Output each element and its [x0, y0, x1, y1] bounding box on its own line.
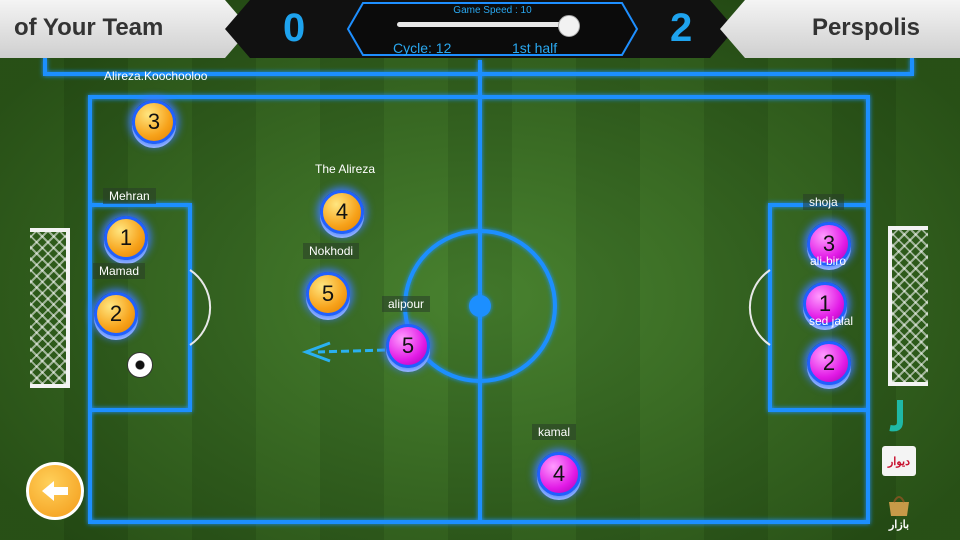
player-name-label: Nokhodi	[303, 243, 360, 259]
player-name-label: shoja	[803, 194, 844, 210]
left-arc	[189, 269, 212, 346]
right-arc	[748, 269, 771, 346]
bazaar-bag-shape	[889, 495, 909, 516]
right-goal	[888, 226, 928, 386]
player-name-label: Mehran	[103, 188, 156, 204]
yellow-player-token[interactable]: 5	[306, 272, 350, 316]
back-arrow-icon	[42, 481, 68, 501]
jadoo-icon[interactable]	[882, 400, 916, 432]
pass-arrow	[301, 341, 386, 363]
left-goal	[30, 228, 70, 388]
game-speed-label: Game Speed : 10	[453, 5, 532, 16]
game-speed-slider-thumb[interactable]	[558, 15, 580, 37]
bazaar-label: بازار	[888, 518, 910, 531]
yellow-player-token[interactable]: 2	[94, 292, 138, 336]
right-team-name: Perspolis	[811, 14, 920, 41]
bazaar-bag-icon[interactable]: بازار	[882, 486, 916, 536]
player-name-label: sed jalal	[809, 314, 854, 328]
game-speed-slider[interactable]	[397, 22, 569, 27]
right-team-panel: Perspolis	[720, 0, 960, 58]
player-name-label: The Alireza	[315, 162, 376, 176]
yellow-player-token[interactable]: 4	[320, 190, 364, 234]
game-speed-control: Game Speed : 10 Cycle: 12 1st half	[345, 2, 640, 56]
divar-icon[interactable]: دیوار	[882, 446, 916, 476]
left-team-name: of Your Team	[14, 14, 164, 41]
jadoo-logo	[889, 400, 903, 432]
player-name-label: Alireza.Koochooloo	[104, 69, 208, 83]
purple-player-token[interactable]: 2	[807, 341, 851, 385]
purple-player-token[interactable]: 4	[537, 452, 581, 496]
purple-player-token[interactable]: 5	[386, 324, 430, 368]
divar-label: دیوار	[887, 455, 910, 468]
center-spot	[469, 295, 491, 317]
back-button[interactable]	[26, 462, 84, 520]
yellow-player-token[interactable]: 3	[132, 100, 176, 144]
right-score: 2	[670, 6, 693, 50]
scoreboard: of Your Team 0 2 Game Speed : 10 Cycle: …	[0, 0, 960, 58]
player-name-label: ali-biro	[810, 254, 847, 268]
player-name-label: alipour	[382, 296, 431, 312]
left-team-panel: of Your Team	[0, 0, 250, 58]
player-name-label: Mamad	[93, 263, 146, 279]
player-name-label: kamal	[532, 424, 577, 440]
yellow-player-token[interactable]: 1	[104, 216, 148, 260]
soccer-ball-icon	[127, 352, 153, 378]
cycle-counter: Cycle: 12	[393, 40, 452, 56]
half-indicator: 1st half	[512, 40, 558, 56]
left-score: 0	[283, 6, 306, 50]
